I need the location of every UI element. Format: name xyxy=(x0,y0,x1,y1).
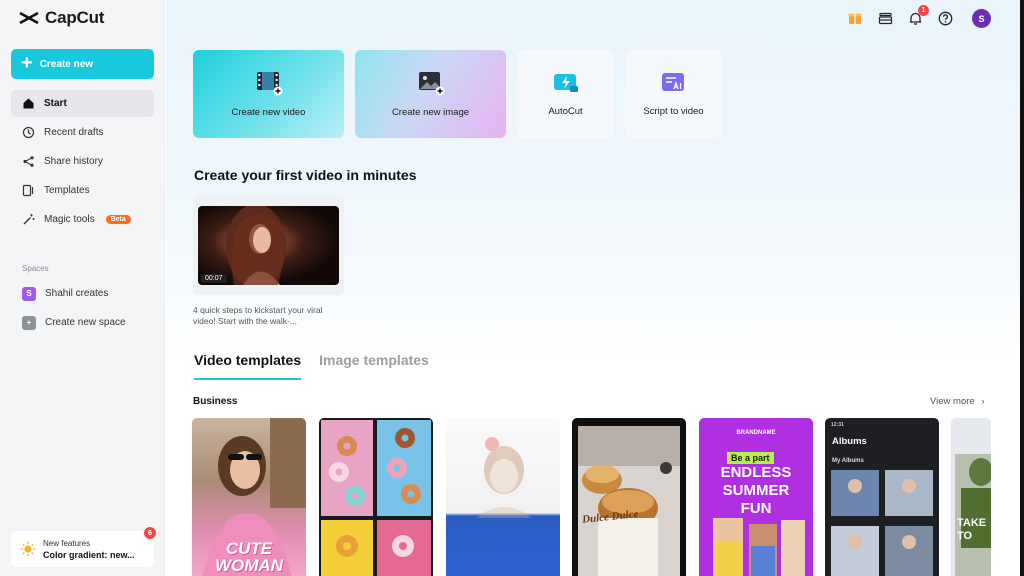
create-new-image-card[interactable]: Create new image xyxy=(355,50,506,138)
nav-share-history-label: Share history xyxy=(44,156,103,167)
create-new-button[interactable]: + Create new xyxy=(11,49,154,79)
clock-icon xyxy=(22,126,35,139)
nav-magic-tools[interactable]: Magic tools Beta xyxy=(11,206,154,233)
scrollbar[interactable] xyxy=(1020,0,1024,576)
video-duration: 00:07 xyxy=(201,274,227,283)
tab-video-templates[interactable]: Video templates xyxy=(194,352,302,380)
template-card[interactable]: 12:31 Albums My Albums xyxy=(825,418,939,576)
autocut-label: AutoCut xyxy=(548,106,583,117)
nav-magic-tools-label: Magic tools xyxy=(44,214,95,225)
create-new-video-card[interactable]: Create new video xyxy=(193,50,344,138)
create-new-space[interactable]: + Create new space xyxy=(11,309,154,336)
script-to-video-label: Script to video xyxy=(643,106,704,117)
template-subtitle-text: My Albums xyxy=(832,458,864,464)
album-grid xyxy=(831,470,933,576)
templates-icon xyxy=(22,184,35,197)
capcut-logo-text: CapCut xyxy=(45,8,105,27)
help-icon[interactable] xyxy=(936,9,954,27)
main-content: 1 S Create new video Create new image Au… xyxy=(166,0,1020,576)
film-add-icon xyxy=(256,72,282,96)
inbox-tray-icon[interactable] xyxy=(876,9,894,27)
tutorial-video-description: 4 quick steps to kickstart your viral vi… xyxy=(193,305,323,326)
donuts-thumbnail xyxy=(321,420,431,576)
space-shahil-creates-label: Shahil creates xyxy=(45,288,109,299)
autocut-card[interactable]: AutoCut xyxy=(517,50,614,138)
create-new-label: Create new xyxy=(39,58,94,70)
create-new-space-label: Create new space xyxy=(45,317,126,328)
create-new-image-label: Create new image xyxy=(391,107,470,118)
image-add-icon xyxy=(418,72,444,96)
nav-templates[interactable]: Templates xyxy=(11,177,154,204)
bell-icon[interactable]: 1 xyxy=(906,5,929,27)
new-features-title: Color gradient: new... xyxy=(43,549,135,560)
ai-script-icon xyxy=(661,73,684,91)
capcut-logo-icon xyxy=(19,11,39,25)
space-avatar: S xyxy=(22,286,36,301)
template-overlay-text: TAKE TO xyxy=(957,517,987,542)
template-tabs: Video templates Image templates xyxy=(194,352,429,380)
plus-icon: + xyxy=(21,52,33,74)
sidebar: CapCut + Create new Start Recent drafts … xyxy=(0,0,165,576)
sun-icon xyxy=(20,541,36,557)
user-avatar[interactable]: S xyxy=(972,9,991,28)
template-title-text: Albums xyxy=(832,436,867,447)
magic-wand-icon xyxy=(22,213,35,226)
nav-start[interactable]: Start xyxy=(11,90,154,117)
view-more-link[interactable]: View more › xyxy=(930,396,985,407)
capcut-logo[interactable]: CapCut xyxy=(18,8,104,28)
beta-badge: Beta xyxy=(105,215,131,224)
template-card[interactable]: CUTE WOMAN xyxy=(192,418,306,576)
category-heading: Business xyxy=(193,396,238,407)
nav-start-label: Start xyxy=(44,98,67,109)
home-icon xyxy=(22,97,35,110)
notification-badge: 1 xyxy=(918,5,929,16)
new-features-card[interactable]: New features Color gradient: new... 6 xyxy=(11,527,156,567)
template-thumbnail xyxy=(955,454,991,576)
nav-recent-drafts[interactable]: Recent drafts xyxy=(11,119,154,146)
template-time-text: 12:31 xyxy=(831,422,844,428)
tutorial-video-card[interactable]: 00:07 xyxy=(193,196,344,295)
template-overlay-text: CUTE WOMAN xyxy=(215,539,283,575)
spaces-label: Spaces xyxy=(22,264,49,273)
nav-recent-drafts-label: Recent drafts xyxy=(44,127,104,138)
tutorial-video-thumbnail: 00:07 xyxy=(198,206,339,285)
view-more-label: View more xyxy=(930,396,975,407)
create-new-video-label: Create new video xyxy=(231,107,306,118)
chevron-right-icon: › xyxy=(981,396,985,407)
gift-icon[interactable] xyxy=(846,9,864,27)
tab-image-templates[interactable]: Image templates xyxy=(319,352,429,380)
nav-share-history[interactable]: Share history xyxy=(11,148,154,175)
new-features-label: New features xyxy=(43,538,91,548)
template-card[interactable] xyxy=(319,418,433,576)
script-to-video-card[interactable]: Script to video xyxy=(625,50,722,138)
autocut-icon xyxy=(553,74,578,92)
template-brand-text: BRANDNAME xyxy=(736,430,776,436)
plus-icon: + xyxy=(22,315,36,330)
template-card[interactable]: BRANDNAME Be a part ENDLESS SUMMER FUN xyxy=(699,418,813,576)
space-shahil-creates[interactable]: S Shahil creates xyxy=(11,280,154,307)
features-count-badge: 6 xyxy=(144,527,156,539)
people-photo xyxy=(713,518,805,576)
share-icon xyxy=(22,155,35,168)
template-card[interactable]: TAKE TO xyxy=(951,418,991,576)
template-card[interactable]: Dulce Dulce xyxy=(572,418,686,576)
template-overlay-text: ENDLESS SUMMER FUN xyxy=(720,464,792,517)
template-thumbnail xyxy=(476,437,532,518)
template-card[interactable] xyxy=(446,418,560,576)
dessert-thumbnail xyxy=(578,426,680,576)
template-tag-text: Be a part xyxy=(727,452,774,464)
capcut-app: CapCut + Create new Start Recent drafts … xyxy=(0,0,1020,576)
nav-templates-label: Templates xyxy=(44,185,90,196)
first-video-heading: Create your first video in minutes xyxy=(194,167,417,183)
